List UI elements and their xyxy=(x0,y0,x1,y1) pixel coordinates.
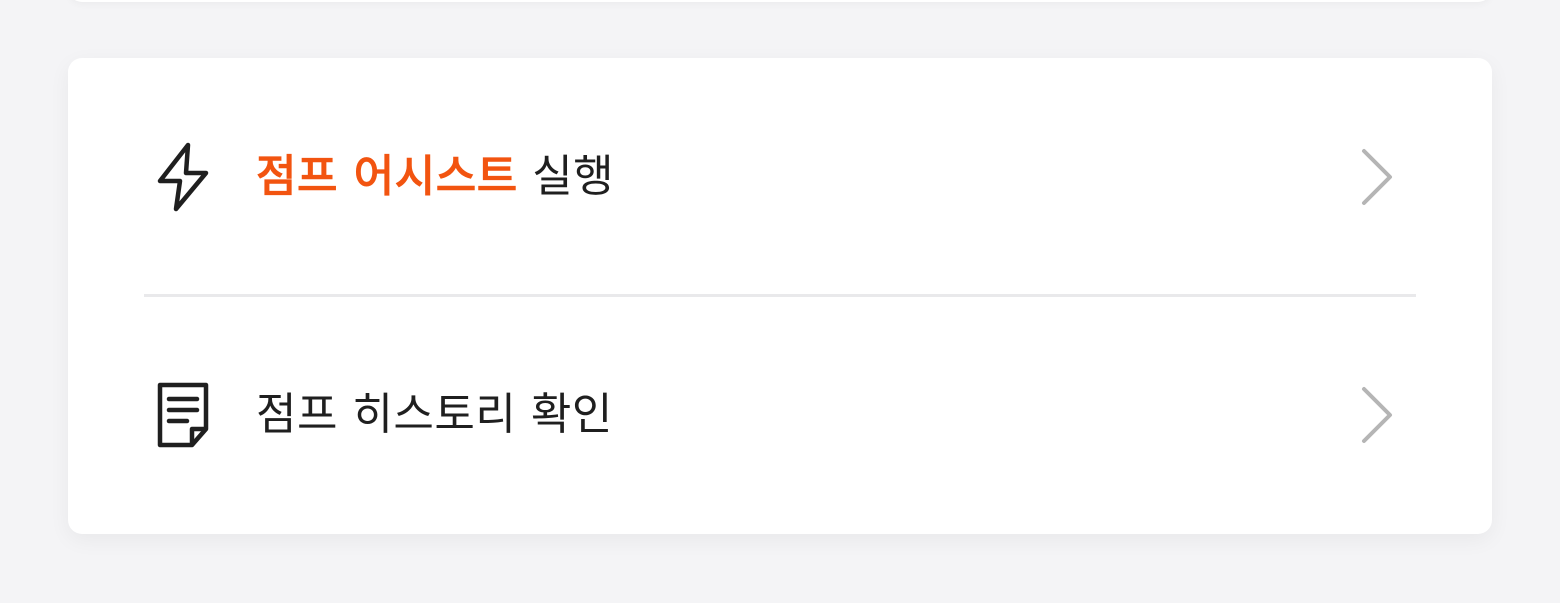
jump-history-label: 점프 히스토리 확인 xyxy=(256,389,613,440)
run-text: 실행 xyxy=(517,151,615,202)
chevron-right-icon xyxy=(1356,145,1400,209)
jump-assist-run-item[interactable]: 점프 어시스트 실행 xyxy=(68,58,1492,296)
jump-history-item[interactable]: 점프 히스토리 확인 xyxy=(68,296,1492,534)
previous-card-edge xyxy=(68,0,1492,2)
jump-assist-highlight: 점프 어시스트 xyxy=(256,151,518,202)
lightning-icon xyxy=(154,141,212,213)
chevron-right-icon xyxy=(1356,383,1400,447)
document-list-icon xyxy=(154,379,212,451)
menu-card: 점프 어시스트 실행 점프 히스토리 확인 xyxy=(68,58,1492,534)
jump-assist-run-label: 점프 어시스트 실행 xyxy=(256,155,614,199)
